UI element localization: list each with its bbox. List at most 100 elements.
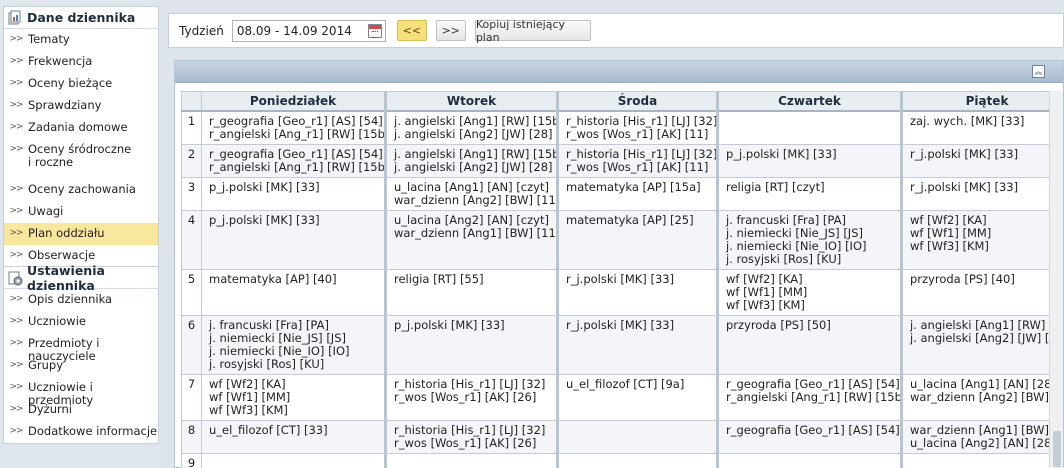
lesson-cell[interactable]: u_el_filozof [CT] [9a] [556,373,718,421]
lesson-cell[interactable]: p_j.polski [MK] [33] [201,176,386,211]
double-chevron-right-icon: >> [9,56,23,66]
double-chevron-right-icon: >> [9,144,23,154]
sidebar-item[interactable]: >> Uwagi [4,201,158,223]
sidebar-item[interactable]: >> Oceny zachowania [4,179,158,201]
sidebar-item-label: Dodatkowe informacje [28,424,158,438]
sidebar-item[interactable]: >> Przedmioty i nauczyciele [4,333,158,363]
lesson-cell[interactable]: r_historia [His_r1] [LJ] [32] r_wos [Wos… [556,143,718,178]
day-header: Środa [556,91,718,112]
lesson-cell[interactable]: przyroda [PS] [50] [716,314,902,375]
sidebar-section-title: Dane dziennika [27,10,136,25]
lesson-cell[interactable]: p_j.polski [MK] [33] [384,314,558,375]
double-chevron-right-icon: >> [9,382,23,392]
lesson-cell[interactable]: zaj. wych. [MK] [33] [900,110,1051,145]
lesson-cell[interactable] [716,452,902,468]
lesson-cell[interactable]: matematyka [AP] [40] [201,268,386,316]
sidebar-item[interactable]: >> Tematy [4,29,158,51]
lesson-row: 1 r_geografia [Geo_r1] [AS] [54] r_angiel… [181,110,1051,145]
copy-existing-plan-button[interactable]: Kopiuj istniejący plan [474,18,591,44]
collapse-up-icon[interactable]: ︽ [1032,65,1045,78]
lesson-cell[interactable]: r_historia [His_r1] [LJ] [32] r_wos [Wos… [556,110,718,145]
scrollbar-thumb[interactable] [1053,431,1061,467]
sidebar-section-journal-settings: Ustawienia dziennika >> Opis dziennika >> U… [3,263,159,444]
sidebar-item[interactable]: >> Plan oddziału [4,223,158,245]
lesson-row: 4 p_j.polski [MK] [33] u_lacina [Ang2] [AN… [181,209,1051,270]
lesson-number: 6 [181,314,202,375]
sidebar-item[interactable]: >> Zadania domowe [4,117,158,139]
sidebar-item-label: Grupy [28,358,64,372]
lesson-cell[interactable]: matematyka [AP] [25] [556,209,718,270]
lesson-cell[interactable]: r_j.polski [MK] [33] [556,314,718,375]
lesson-cell[interactable]: j. francuski [Fra] [PA] j. niemiecki [Ni… [716,209,902,270]
lesson-cell[interactable]: p_j.polski [MK] [33] [716,143,902,178]
lesson-cell[interactable]: r_geografia [Geo_r1] [AS] [54] [716,419,902,454]
lesson-cell[interactable]: j. angielski [Ang1] [RW] [15b] j. angiel… [384,143,558,178]
lesson-cell[interactable] [556,452,718,468]
lesson-cell[interactable]: r_geografia [Geo_r1] [AS] [54] r_angiels… [716,373,902,421]
sidebar-item[interactable]: >> Sprawdziany [4,95,158,117]
lesson-number: 3 [181,176,202,211]
lesson-cell[interactable]: r_j.polski [MK] [33] [900,143,1051,178]
lesson-cell[interactable]: j. francuski [Fra] [PA] j. niemiecki [Ni… [201,314,386,375]
week-date-input[interactable]: 08.09 - 14.09 2014 [231,19,386,42]
double-chevron-right-icon: >> [9,426,23,436]
lesson-cell[interactable]: religia [RT] [czyt] [716,176,902,211]
lesson-cell[interactable] [384,452,558,468]
lesson-cell[interactable]: wf [Wf2] [KA] wf [Wf1] [MM] wf [Wf3] [KM… [201,373,386,421]
sidebar-item[interactable]: >> Uczniowie [4,311,158,333]
lesson-cell[interactable]: r_historia [His_r1] [LJ] [32] r_wos [Wos… [384,419,558,454]
double-chevron-right-icon: >> [9,404,23,414]
double-chevron-right-icon: >> [9,294,23,304]
lesson-cell[interactable]: r_geografia [Geo_r1] [AS] [54] r_angiels… [201,143,386,178]
lesson-cell[interactable]: r_j.polski [MK] [33] [556,268,718,316]
lesson-cell[interactable]: przyroda [PS] [40] [900,268,1051,316]
sidebar-item-label: Oceny zachowania [28,182,136,196]
lesson-cell[interactable]: matematyka [AP] [15a] [556,176,718,211]
journal-data-icon [7,10,23,26]
lesson-cell[interactable]: u_lacina [Ang1] [AN] [28] war_dzienn [An… [900,373,1051,421]
calendar-icon[interactable] [367,23,382,38]
lesson-number: 9 [181,452,202,468]
lesson-cell[interactable]: u_lacina [Ang1] [AN] [czyt] war_dzienn [… [384,176,558,211]
lesson-cell[interactable]: j. angielski [Ang1] [RW] [1 j. angielski… [900,314,1051,375]
lesson-cell[interactable]: u_el_filozof [CT] [33] [201,419,386,454]
week-label: Tydzień [179,23,224,38]
lesson-cell[interactable] [716,110,902,145]
sidebar-item-label: Obserwacje [28,248,96,262]
sidebar-item[interactable]: >> Oceny bieżące [4,73,158,95]
sidebar-item[interactable]: >> Frekwencja [4,51,158,73]
sidebar-item[interactable]: >> Dodatkowe informacje [4,421,158,443]
lesson-cell[interactable]: religia [RT] [55] [384,268,558,316]
schedule-table: Poniedziałek Wtorek Środa Czwartek Piątek 1r… [181,91,1051,468]
lesson-cell[interactable]: p_j.polski [MK] [33] [201,209,386,270]
lesson-cell[interactable]: war_dzienn [Ang1] [BW] [1 u_lacina [Ang2… [900,419,1051,454]
lesson-cell[interactable] [900,452,1051,468]
sidebar-item[interactable]: >> Uczniowie i przedmioty [4,377,158,407]
sidebar-item-label: Frekwencja [28,54,93,68]
lesson-cell[interactable]: wf [Wf2] [KA] wf [Wf1] [MM] wf [Wf3] [KM… [716,268,902,316]
double-chevron-right-icon: >> [9,360,23,370]
lesson-cell[interactable] [556,419,718,454]
sidebar-item[interactable]: >> Oceny śródroczne i roczne [4,139,158,179]
lesson-number-header [181,91,202,112]
schedule-header-row: Poniedziałek Wtorek Środa Czwartek Piątek [181,91,1051,112]
day-header: Czwartek [716,91,902,112]
lesson-cell[interactable]: r_historia [His_r1] [LJ] [32] r_wos [Wos… [384,373,558,421]
next-week-button[interactable]: >> [435,20,466,41]
lesson-row: 3 p_j.polski [MK] [33] u_lacina [Ang1] [AN… [181,176,1051,211]
lesson-cell[interactable]: r_j.polski [MK] [33] [900,176,1051,211]
lesson-cell[interactable]: r_geografia [Geo_r1] [AS] [54] r_angiels… [201,110,386,145]
previous-week-button[interactable]: << [396,20,427,41]
sidebar-item-label: Oceny śródroczne i roczne [28,142,132,169]
sidebar-section-journal-data: Dane dziennika >> Tematy >> Frekwencja >> Oce… [3,6,159,268]
lesson-cell[interactable]: u_lacina [Ang2] [AN] [czyt] war_dzienn [… [384,209,558,270]
double-chevron-right-icon: >> [9,100,23,110]
vertical-scrollbar[interactable] [1049,91,1063,468]
double-chevron-right-icon: >> [9,78,23,88]
sidebar-item-label: Uwagi [28,204,64,218]
sidebar-section-header: Dane dziennika [4,7,158,29]
lesson-cell[interactable]: j. angielski [Ang1] [RW] [15b] j. angiel… [384,110,558,145]
lesson-cell[interactable]: wf [Wf2] [KA] wf [Wf1] [MM] wf [Wf3] [KM… [900,209,1051,270]
lesson-cell[interactable] [201,452,386,468]
day-header: Wtorek [384,91,558,112]
